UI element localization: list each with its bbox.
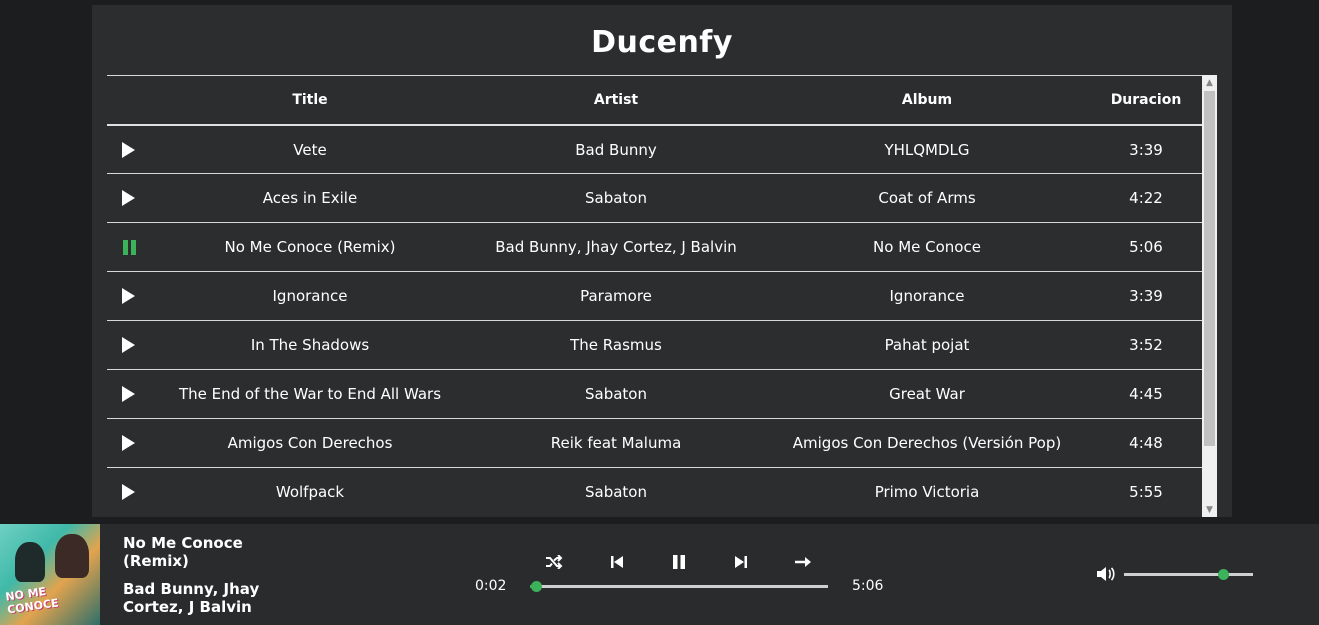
app-title: Ducenfy [591, 25, 733, 60]
table-scrollbar[interactable]: ▲ ▼ [1202, 75, 1217, 517]
row-pause-button[interactable] [107, 239, 152, 255]
now-playing-artist: Bad Bunny, Jhay Cortez, J Balvin [123, 580, 260, 616]
play-icon [122, 386, 135, 402]
volume-slider[interactable] [1124, 569, 1253, 580]
row-duration: 4:45 [1129, 385, 1163, 403]
row-album: No Me Conoce [873, 238, 981, 256]
table-row[interactable]: Amigos Con Derechos Reik feat Maluma Amigo… [107, 418, 1202, 467]
current-time: 0:02 [475, 578, 507, 594]
next-icon [735, 556, 747, 568]
table-header: Title Artist Album Duracion [107, 75, 1202, 124]
row-play-button[interactable] [107, 141, 152, 158]
progress-bar[interactable] [530, 581, 828, 592]
row-title: Aces in Exile [262, 189, 358, 207]
row-play-button[interactable] [107, 435, 152, 451]
row-artist: The Rasmus [570, 336, 662, 354]
row-album: Ignorance [889, 287, 965, 305]
cover-artist-figure [55, 534, 89, 578]
table-row[interactable]: The End of the War to End All Wars Sabato… [107, 369, 1202, 418]
shuffle-icon [546, 555, 563, 569]
row-title: Ignorance [272, 287, 348, 305]
row-album: Coat of Arms [878, 189, 976, 207]
scroll-up-arrow[interactable]: ▲ [1202, 75, 1217, 90]
row-title: The End of the War to End All Wars [178, 385, 442, 403]
total-time: 5:06 [852, 578, 884, 594]
play-icon [122, 435, 135, 451]
row-album: Primo Victoria [874, 483, 980, 501]
row-play-button[interactable] [107, 190, 152, 206]
previous-icon [611, 556, 623, 568]
pause-button[interactable] [669, 553, 689, 571]
table-row[interactable]: In The Shadows The Rasmus Pahat pojat 3:52 [107, 320, 1202, 369]
row-artist: Bad Bunny, Jhay Cortez, J Balvin [495, 238, 737, 256]
table-row[interactable]: Ignorance Paramore Ignorance 3:39 [107, 271, 1202, 320]
row-album: Great War [889, 385, 965, 403]
row-title: No Me Conoce (Remix) [224, 238, 396, 256]
header-title: Title [292, 92, 328, 108]
row-album: Pahat pojat [884, 336, 970, 354]
row-duration: 3:39 [1129, 287, 1163, 305]
row-album: Amigos Con Derechos (Versión Pop) [792, 434, 1062, 452]
row-duration: 4:48 [1129, 434, 1163, 452]
row-title: Vete [293, 140, 327, 159]
row-artist: Sabaton [585, 385, 647, 403]
scroll-thumb[interactable] [1204, 91, 1215, 446]
tracks-table: Title Artist Album Duracion Vete Bad Bunn… [107, 75, 1217, 517]
play-icon [122, 288, 135, 304]
cover-artist-figure [15, 542, 45, 582]
row-duration: 3:39 [1129, 140, 1163, 159]
row-play-button[interactable] [107, 288, 152, 304]
header-artist: Artist [593, 92, 639, 108]
header-album: Album [901, 92, 953, 108]
play-icon [122, 337, 135, 353]
next-button[interactable] [731, 553, 751, 571]
row-title: In The Shadows [250, 336, 370, 354]
repeat-icon [795, 557, 811, 567]
scroll-down-arrow[interactable]: ▼ [1202, 502, 1217, 517]
row-artist: Reik feat Maluma [550, 434, 682, 452]
pause-icon [123, 239, 136, 255]
row-title: Wolfpack [275, 483, 345, 501]
shuffle-button[interactable] [544, 553, 564, 571]
row-artist: Paramore [580, 287, 652, 305]
album-cover: NO ME CONOCE [0, 524, 100, 625]
playlist-panel: Ducenfy Title Artist Album Duracion Vete… [92, 5, 1232, 517]
header-duration: Duracion [1110, 92, 1182, 108]
row-duration: 3:52 [1129, 336, 1163, 354]
volume-handle[interactable] [1218, 569, 1230, 580]
volume-button[interactable] [1096, 565, 1116, 583]
play-icon [122, 190, 135, 206]
pause-icon [673, 555, 685, 569]
play-icon [122, 141, 135, 158]
row-artist: Bad Bunny [575, 140, 657, 159]
row-artist: Sabaton [585, 483, 647, 501]
repeat-button[interactable] [793, 553, 813, 571]
row-play-button[interactable] [107, 386, 152, 402]
previous-button[interactable] [607, 553, 627, 571]
row-title: Amigos Con Derechos [227, 434, 393, 452]
now-playing-title: No Me Conoce (Remix) [123, 534, 243, 570]
row-play-button[interactable] [107, 337, 152, 353]
row-duration: 5:55 [1129, 483, 1163, 501]
row-album: YHLQMDLG [884, 140, 970, 159]
row-duration: 5:06 [1129, 238, 1163, 256]
play-icon [122, 484, 135, 500]
progress-handle[interactable] [530, 581, 542, 592]
table-row[interactable]: Aces in Exile Sabaton Coat of Arms 4:22 [107, 173, 1202, 222]
cover-logo-text: NO ME CONOCE [4, 584, 60, 617]
tracks-grid: Title Artist Album Duracion Vete Bad Bunn… [107, 75, 1202, 516]
player-bar: NO ME CONOCE No Me Conoce (Remix) Bad Bu… [0, 524, 1319, 625]
row-artist: Sabaton [585, 189, 647, 207]
table-row[interactable]: Vete Bad Bunny YHLQMDLG 3:39 [107, 124, 1202, 173]
table-row[interactable]: Wolfpack Sabaton Primo Victoria 5:55 [107, 467, 1202, 516]
row-duration: 4:22 [1129, 189, 1163, 207]
volume-icon [1097, 567, 1115, 581]
table-row[interactable]: No Me Conoce (Remix) Bad Bunny, Jhay Cort… [107, 222, 1202, 271]
row-play-button[interactable] [107, 484, 152, 500]
